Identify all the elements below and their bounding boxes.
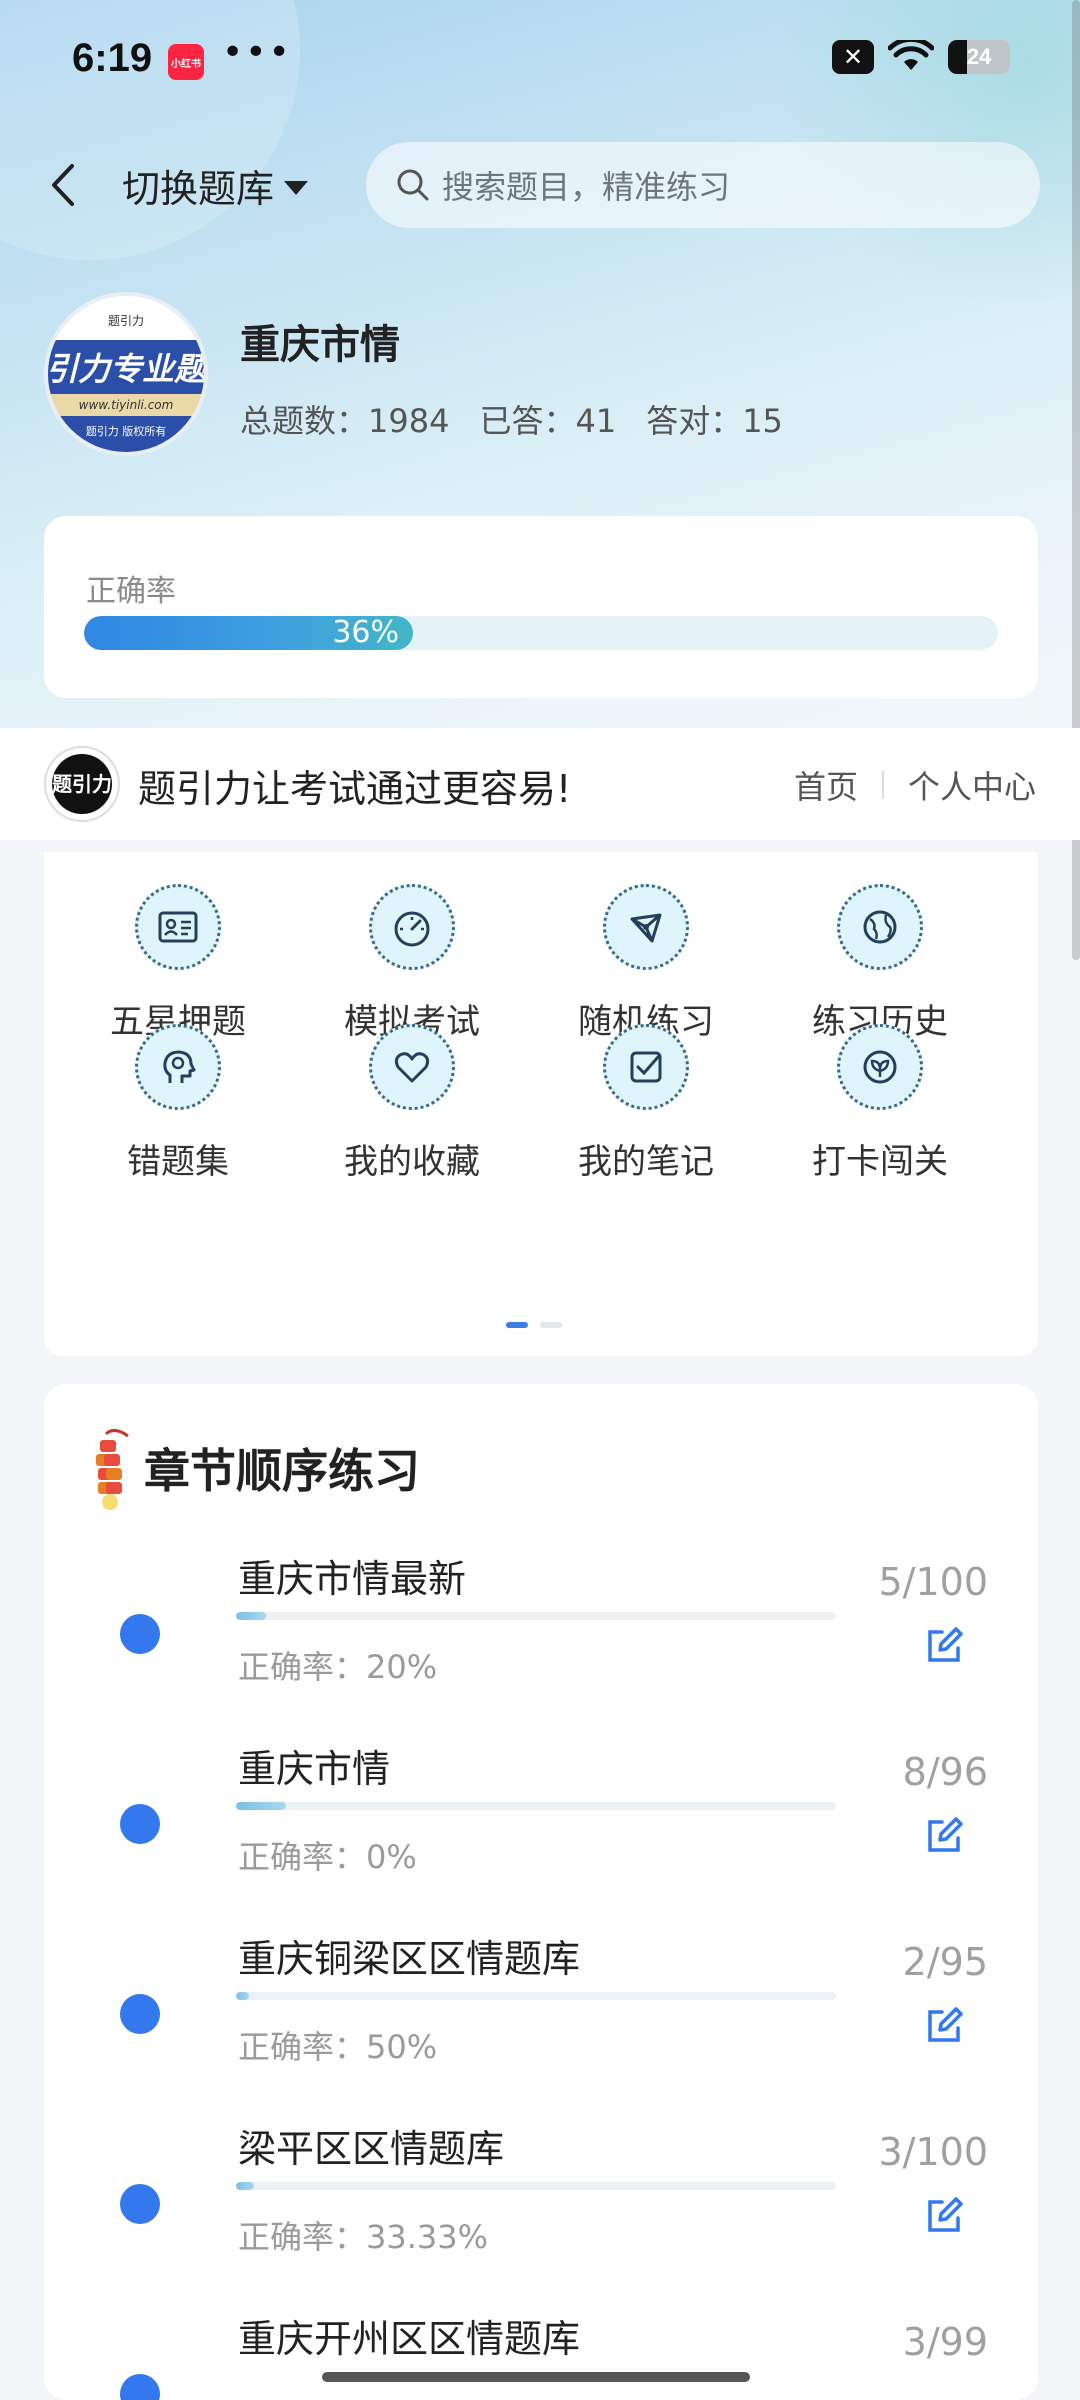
chapter-row[interactable]: 重庆市情 正确率：0% 8/96 — [44, 1738, 1038, 1928]
chapter-count: 8/96 — [902, 1750, 988, 1794]
chapter-progress-fill — [236, 1992, 249, 2000]
promo-nav: 首页 个人中心 — [794, 762, 1036, 808]
status-icons: ✕ 24 — [832, 40, 1010, 74]
chapter-practice-card: 章节顺序练习 重庆市情最新 正确率：20% 5/100 重庆市情 正确率：0% … — [44, 1384, 1038, 2400]
avatar-copyright: 题引力 版权所有 — [48, 416, 204, 452]
chapter-row[interactable]: 重庆开州区区情题库 3/99 — [44, 2308, 1038, 2400]
chapter-name: 重庆市情最新 — [238, 1557, 467, 1601]
head-icon — [135, 1024, 221, 1110]
chapter-count: 5/100 — [878, 1560, 988, 1604]
chapter-progress-track — [236, 1992, 836, 2000]
feature-label: 错题集 — [127, 1142, 229, 1182]
accuracy-progress-fill: 36% — [84, 616, 414, 650]
feature-label: 我的收藏 — [344, 1142, 480, 1182]
id-card-icon — [135, 884, 221, 970]
firecracker-icon — [96, 1429, 129, 1510]
avatar-top-label: 题引力 — [48, 296, 204, 344]
pager-dot[interactable] — [540, 1322, 562, 1328]
chapter-name: 梁平区区情题库 — [238, 2127, 505, 2171]
xiaohongshu-app-icon: 小红书 — [168, 44, 204, 80]
chapter-bullet — [120, 1804, 160, 1844]
promo-strip: 题引力 题引力让考试通过更容易! 首页 个人中心 — [0, 728, 1080, 840]
tiyinli-logo: 题引力 — [44, 746, 120, 822]
switch-bank-button[interactable]: 切换题库 — [122, 158, 309, 213]
gauge-icon — [369, 884, 455, 970]
chapter-progress-fill — [236, 2182, 254, 2190]
more-notifications-icon: ••• — [222, 32, 292, 73]
bank-stats: 总题数：1984 已答：41 答对：15 — [240, 396, 783, 442]
avatar-band-text: 引力专业题 — [48, 340, 204, 394]
chapter-row[interactable]: 梁平区区情题库 正确率：33.33% 3/100 — [44, 2118, 1038, 2308]
switch-bank-label: 切换题库 — [122, 167, 275, 211]
chapter-accuracy: 正确率：50% — [238, 2028, 438, 2066]
bank-title: 重庆市情 — [240, 322, 400, 368]
status-time: 6:19 — [72, 36, 153, 80]
back-arrow-icon[interactable] — [44, 160, 84, 210]
edit-icon[interactable] — [922, 1624, 966, 1668]
checkbox-icon — [603, 1024, 689, 1110]
accuracy-percent: 36% — [332, 616, 400, 650]
nav-home-link[interactable]: 首页 — [794, 762, 858, 808]
accuracy-card: 正确率 36% — [44, 516, 1038, 698]
chapter-row[interactable]: 重庆铜梁区区情题库 正确率：50% 2/95 — [44, 1928, 1038, 2118]
chapter-count: 3/100 — [878, 2130, 988, 2174]
network-icon — [603, 884, 689, 970]
feature-wrong-questions[interactable]: 错题集 — [78, 1024, 278, 1204]
home-indicator[interactable] — [322, 2372, 750, 2382]
chapter-progress-track — [236, 2182, 836, 2190]
chapter-count: 3/99 — [902, 2320, 988, 2364]
status-bar: 6:19 小红书 ••• ✕ 24 — [0, 0, 1080, 120]
chapter-count: 2/95 — [902, 1940, 988, 1984]
battery-level: 24 — [966, 44, 992, 69]
chapter-accuracy: 正确率：0% — [238, 1838, 417, 1876]
nav-profile-link[interactable]: 个人中心 — [908, 762, 1036, 808]
total-questions: 总题数：1984 — [240, 402, 450, 440]
answered-count: 已答：41 — [479, 402, 617, 440]
accuracy-label: 正确率 — [86, 574, 176, 609]
chapter-row[interactable]: 重庆市情最新 正确率：20% 5/100 — [44, 1548, 1038, 1738]
chapter-progress-track — [236, 1612, 836, 1620]
feature-label: 我的笔记 — [578, 1142, 714, 1182]
no-sim-icon: ✕ — [832, 40, 874, 74]
heart-icon — [369, 1024, 455, 1110]
chapter-progress-fill — [236, 1802, 286, 1810]
edit-icon[interactable] — [922, 2194, 966, 2238]
feature-grid: 五星押题 模拟考试 随机练习 练习历史 错题集 我的收藏 我的笔记 打卡闯关 — [44, 852, 1038, 1356]
search-icon — [397, 169, 429, 201]
chapter-section-title: 章节顺序练习 — [144, 1444, 420, 1498]
search-placeholder: 搜索题目，精准练习 — [442, 168, 731, 206]
chapter-bullet — [120, 1994, 160, 2034]
chapter-bullet — [120, 1614, 160, 1654]
edit-icon[interactable] — [922, 2004, 966, 2048]
battery-icon: 24 — [948, 40, 1010, 74]
globe-icon — [837, 884, 923, 970]
chapter-name: 重庆铜梁区区情题库 — [238, 1937, 581, 1981]
feature-notes[interactable]: 我的笔记 — [546, 1024, 746, 1204]
pager-dot-active[interactable] — [506, 1322, 528, 1328]
chapter-name: 重庆开州区区情题库 — [238, 2317, 581, 2361]
chapter-header: 章节顺序练习 — [88, 1424, 420, 1512]
nav-divider — [881, 771, 884, 799]
accuracy-progress-track: 36% — [84, 616, 998, 650]
leaf-icon — [837, 1024, 923, 1110]
promo-slogan: 题引力让考试通过更容易! — [138, 767, 572, 811]
caret-down-icon — [284, 180, 309, 195]
chapter-bullet — [120, 2184, 160, 2224]
chapter-progress-track — [236, 1802, 836, 1810]
feature-pager[interactable] — [506, 1322, 562, 1328]
chapter-accuracy: 正确率：20% — [238, 1648, 438, 1686]
avatar-url: www.tiyinli.com — [48, 394, 204, 416]
bank-avatar: 题引力 引力专业题 www.tiyinli.com 题引力 版权所有 — [44, 292, 208, 456]
chapter-name: 重庆市情 — [238, 1747, 391, 1791]
chapter-progress-fill — [236, 1612, 266, 1620]
chapter-accuracy: 正确率：33.33% — [238, 2218, 489, 2256]
correct-count: 答对：15 — [646, 402, 783, 440]
chapter-bullet — [120, 2374, 160, 2400]
search-input[interactable]: 搜索题目，精准练习 — [366, 142, 1040, 228]
feature-check-in[interactable]: 打卡闯关 — [780, 1024, 980, 1204]
wifi-icon — [888, 40, 934, 70]
feature-label: 打卡闯关 — [812, 1142, 948, 1182]
edit-icon[interactable] — [922, 1814, 966, 1858]
feature-favorites[interactable]: 我的收藏 — [312, 1024, 512, 1204]
